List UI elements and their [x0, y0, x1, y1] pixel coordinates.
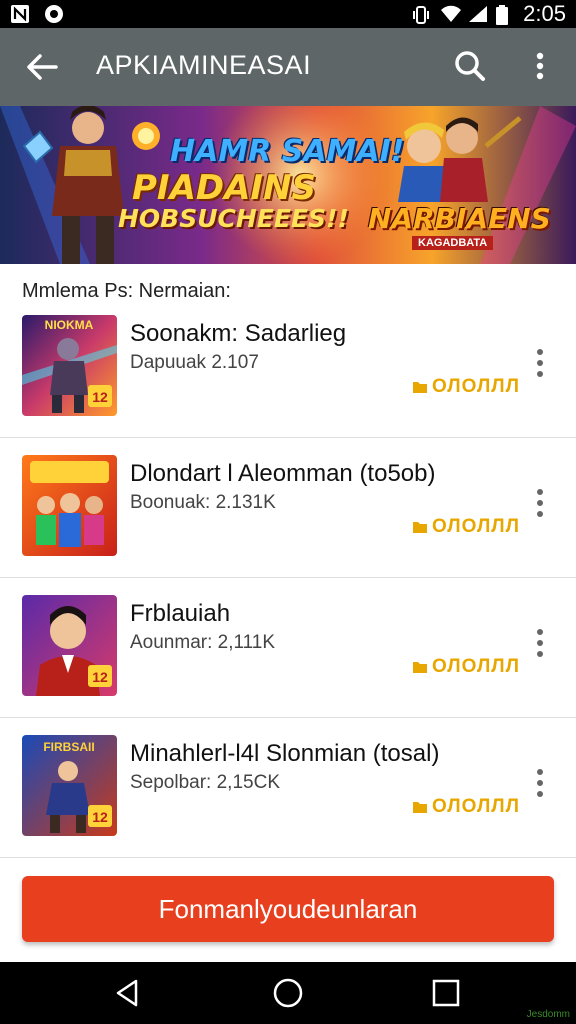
install-label: ОЛОЛЛЛ [432, 656, 520, 677]
primary-cta-button[interactable]: Fonmanlyoudeunlaran [22, 876, 554, 942]
divider [0, 857, 576, 858]
age-badge: 12 [92, 389, 108, 405]
back-arrow-icon[interactable] [22, 47, 62, 87]
app-thumbnail [22, 455, 117, 556]
install-label: ОЛОЛЛЛ [432, 796, 520, 817]
folder-icon [413, 522, 427, 533]
list-item[interactable]: 12 Frblauiah Aounmar: 2,111K ОЛОЛЛЛ [0, 578, 576, 718]
promo-banner[interactable]: HAMR SAMAI! PIADAINS HOBSUCHEEES!! NARBI… [0, 106, 576, 264]
banner-logo-sub: KAGADBATA [412, 236, 494, 250]
folder-icon [413, 382, 427, 393]
install-button[interactable]: ОЛОЛЛЛ [412, 796, 520, 818]
install-button[interactable]: ОЛОЛЛЛ [412, 656, 520, 678]
app-thumbnail: 12 NIOKMA [22, 315, 117, 416]
status-bar: 2:05 [0, 0, 576, 28]
app-bar-title: APKIAMINEASAI [96, 50, 312, 80]
list-item[interactable]: 12 NIOKMA Soonakm: Sadarlieg Dapuuak 2.1… [0, 298, 576, 438]
back-triangle-icon[interactable] [112, 977, 144, 1009]
app-meta: Dapuuak 2.107 [130, 352, 259, 373]
app-meta: Boonuak: 2.131K [130, 492, 276, 513]
signal-icon [467, 4, 488, 24]
banner-headline-2: PIADAINS [132, 168, 317, 208]
app-name: Minahlerl-l4l Slonmian (tosal) [130, 740, 440, 767]
banner-headline-1: HAMR SAMAI! [170, 134, 405, 169]
status-time: 2:05 [523, 1, 566, 26]
list-item[interactable]: FIRBSAII 12 Minahlerl-l4l Slonmian (tosa… [0, 718, 576, 858]
more-vert-icon[interactable] [526, 46, 554, 86]
item-more-icon[interactable] [530, 766, 550, 800]
item-more-icon[interactable] [530, 486, 550, 520]
app-thumbnail: FIRBSAII 12 [22, 735, 117, 836]
folder-icon [413, 802, 427, 813]
watermark: Jesdomm [526, 1009, 570, 1020]
vibrate-icon [411, 4, 431, 24]
app-name: Dlondart l Aleomman (to5ob) [130, 460, 436, 487]
list-item[interactable]: Dlondart l Aleomman (to5ob) Boonuak: 2.1… [0, 438, 576, 578]
item-more-icon[interactable] [530, 626, 550, 660]
banner-headline-3: HOBSUCHEEES!! [118, 204, 349, 233]
install-button[interactable]: ОЛОЛЛЛ [412, 516, 520, 538]
wifi-icon [439, 4, 462, 24]
app-name: Frblauiah [130, 600, 231, 627]
app-meta: Aounmar: 2,111K [130, 632, 276, 653]
system-nav-bar: Jesdomm [0, 962, 576, 1024]
thumb-title: NIOKMA [45, 318, 94, 332]
age-badge: 12 [92, 669, 108, 685]
app-bar: APKIAMINEASAI [0, 28, 576, 106]
age-badge: 12 [92, 809, 108, 825]
battery-icon [495, 4, 515, 25]
thumb-title: FIRBSAII [43, 740, 94, 754]
app-name: Soonakm: Sadarlieg [130, 320, 347, 347]
install-button[interactable]: ОЛОЛЛЛ [412, 376, 520, 398]
app-meta: Sepolbar: 2,15CK [130, 772, 280, 793]
app-thumbnail: 12 [22, 595, 117, 696]
home-circle-icon[interactable] [272, 977, 304, 1009]
circle-notification-icon [44, 4, 64, 24]
item-more-icon[interactable] [530, 346, 550, 380]
install-label: ОЛОЛЛЛ [432, 516, 520, 537]
app-screen: 2:05 APKIAMINEASAI HAMR SAMAI! PIADAINS … [0, 0, 576, 1024]
n-notification-icon [10, 4, 30, 24]
banner-game-logo: NARBIAENS [368, 202, 551, 235]
recents-square-icon[interactable] [430, 977, 462, 1009]
install-label: ОЛОЛЛЛ [432, 376, 520, 397]
folder-icon [413, 662, 427, 673]
search-icon[interactable] [450, 46, 490, 86]
